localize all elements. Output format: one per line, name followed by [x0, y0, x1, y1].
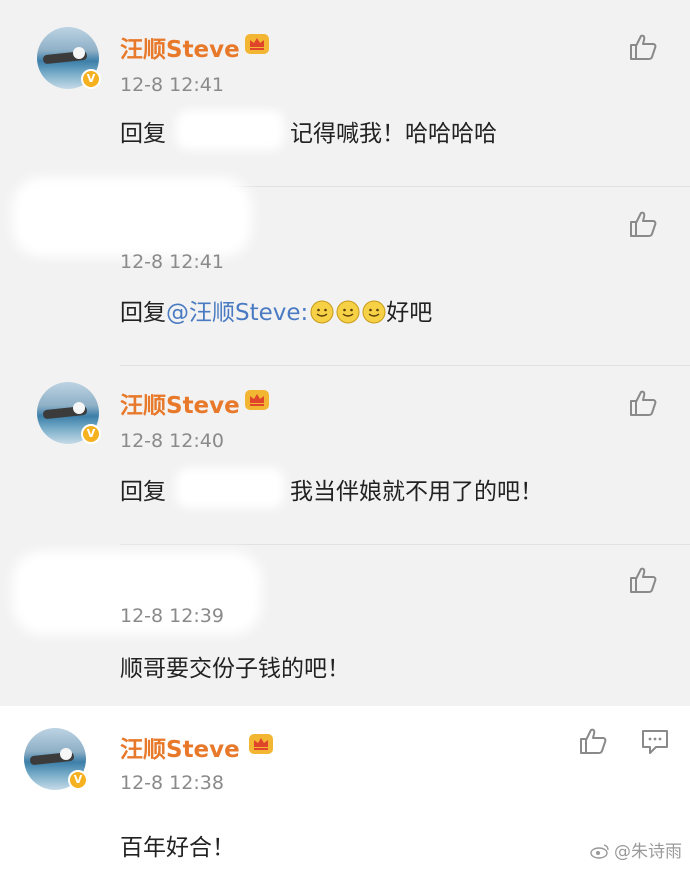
comment-body: 好吧: [386, 300, 433, 326]
thumbs-up-icon[interactable]: [578, 726, 608, 756]
verified-icon: V: [81, 424, 101, 444]
verified-icon: V: [68, 770, 88, 790]
verified-icon: V: [81, 69, 101, 89]
avatar[interactable]: V: [37, 27, 101, 89]
redacted-name: [176, 468, 284, 508]
thumbs-up-icon[interactable]: [628, 32, 658, 62]
comment-username[interactable]: 汪顺Steve: [120, 386, 240, 420]
weibo-logo-icon: [590, 844, 609, 859]
thumbs-up-icon[interactable]: [628, 565, 658, 595]
comment-time: 12-8 12:41: [120, 251, 224, 273]
comment-4: 12-8 12:39 顺哥要交份子钱的吧！: [0, 545, 690, 705]
comment-body: 我当伴娘就不用了的吧！: [290, 479, 543, 505]
crown-icon: [245, 390, 269, 410]
comment-1: V 汪顺Steve 12-8 12:41 回复 记得喊我！哈哈哈哈: [0, 0, 690, 187]
comment-5: V 汪顺Steve 12-8 12:38 百年好合！ @朱诗雨: [0, 706, 690, 870]
comment-time: 12-8 12:39: [120, 605, 224, 627]
redacted-name: [176, 110, 284, 150]
watermark-text: @朱诗雨: [614, 842, 682, 862]
avatar[interactable]: V: [24, 728, 88, 790]
smiley-icon: [336, 300, 360, 324]
comment-icon[interactable]: [640, 728, 670, 756]
comment-username[interactable]: 汪顺Steve: [120, 30, 240, 64]
thumbs-up-icon[interactable]: [628, 388, 658, 418]
reply-prefix: 回复: [120, 479, 166, 505]
comment-3: V 汪顺Steve 12-8 12:40 回复 我当伴娘就不用了的吧！: [0, 366, 690, 545]
comment-2: 12-8 12:41 回复@汪顺Steve: 好吧: [0, 177, 690, 366]
comment-text: 回复: [120, 114, 166, 148]
comment-time: 12-8 12:41: [120, 74, 224, 96]
comment-text: 回复@汪顺Steve: 好吧: [120, 293, 432, 327]
crown-icon: [245, 34, 269, 54]
mention-link[interactable]: @汪顺Steve:: [166, 300, 308, 326]
comment-time: 12-8 12:40: [120, 430, 224, 452]
comment-body: 百年好合！: [120, 835, 235, 861]
redacted-avatar: [12, 177, 252, 257]
smiley-icon: [310, 300, 334, 324]
comment-body: 记得喊我！哈哈哈哈: [290, 121, 497, 147]
thumbs-up-icon[interactable]: [628, 209, 658, 239]
comment-time: 12-8 12:38: [120, 772, 224, 794]
comment-body: 顺哥要交份子钱的吧！: [120, 656, 350, 682]
avatar[interactable]: V: [37, 382, 101, 444]
comment-text: 回复: [120, 472, 166, 506]
crown-icon: [249, 734, 273, 754]
reply-prefix: 回复: [120, 121, 166, 147]
smiley-icon: [362, 300, 386, 324]
comment-username[interactable]: 汪顺Steve: [120, 730, 240, 764]
reply-prefix: 回复: [120, 300, 166, 326]
watermark: @朱诗雨: [590, 837, 682, 862]
